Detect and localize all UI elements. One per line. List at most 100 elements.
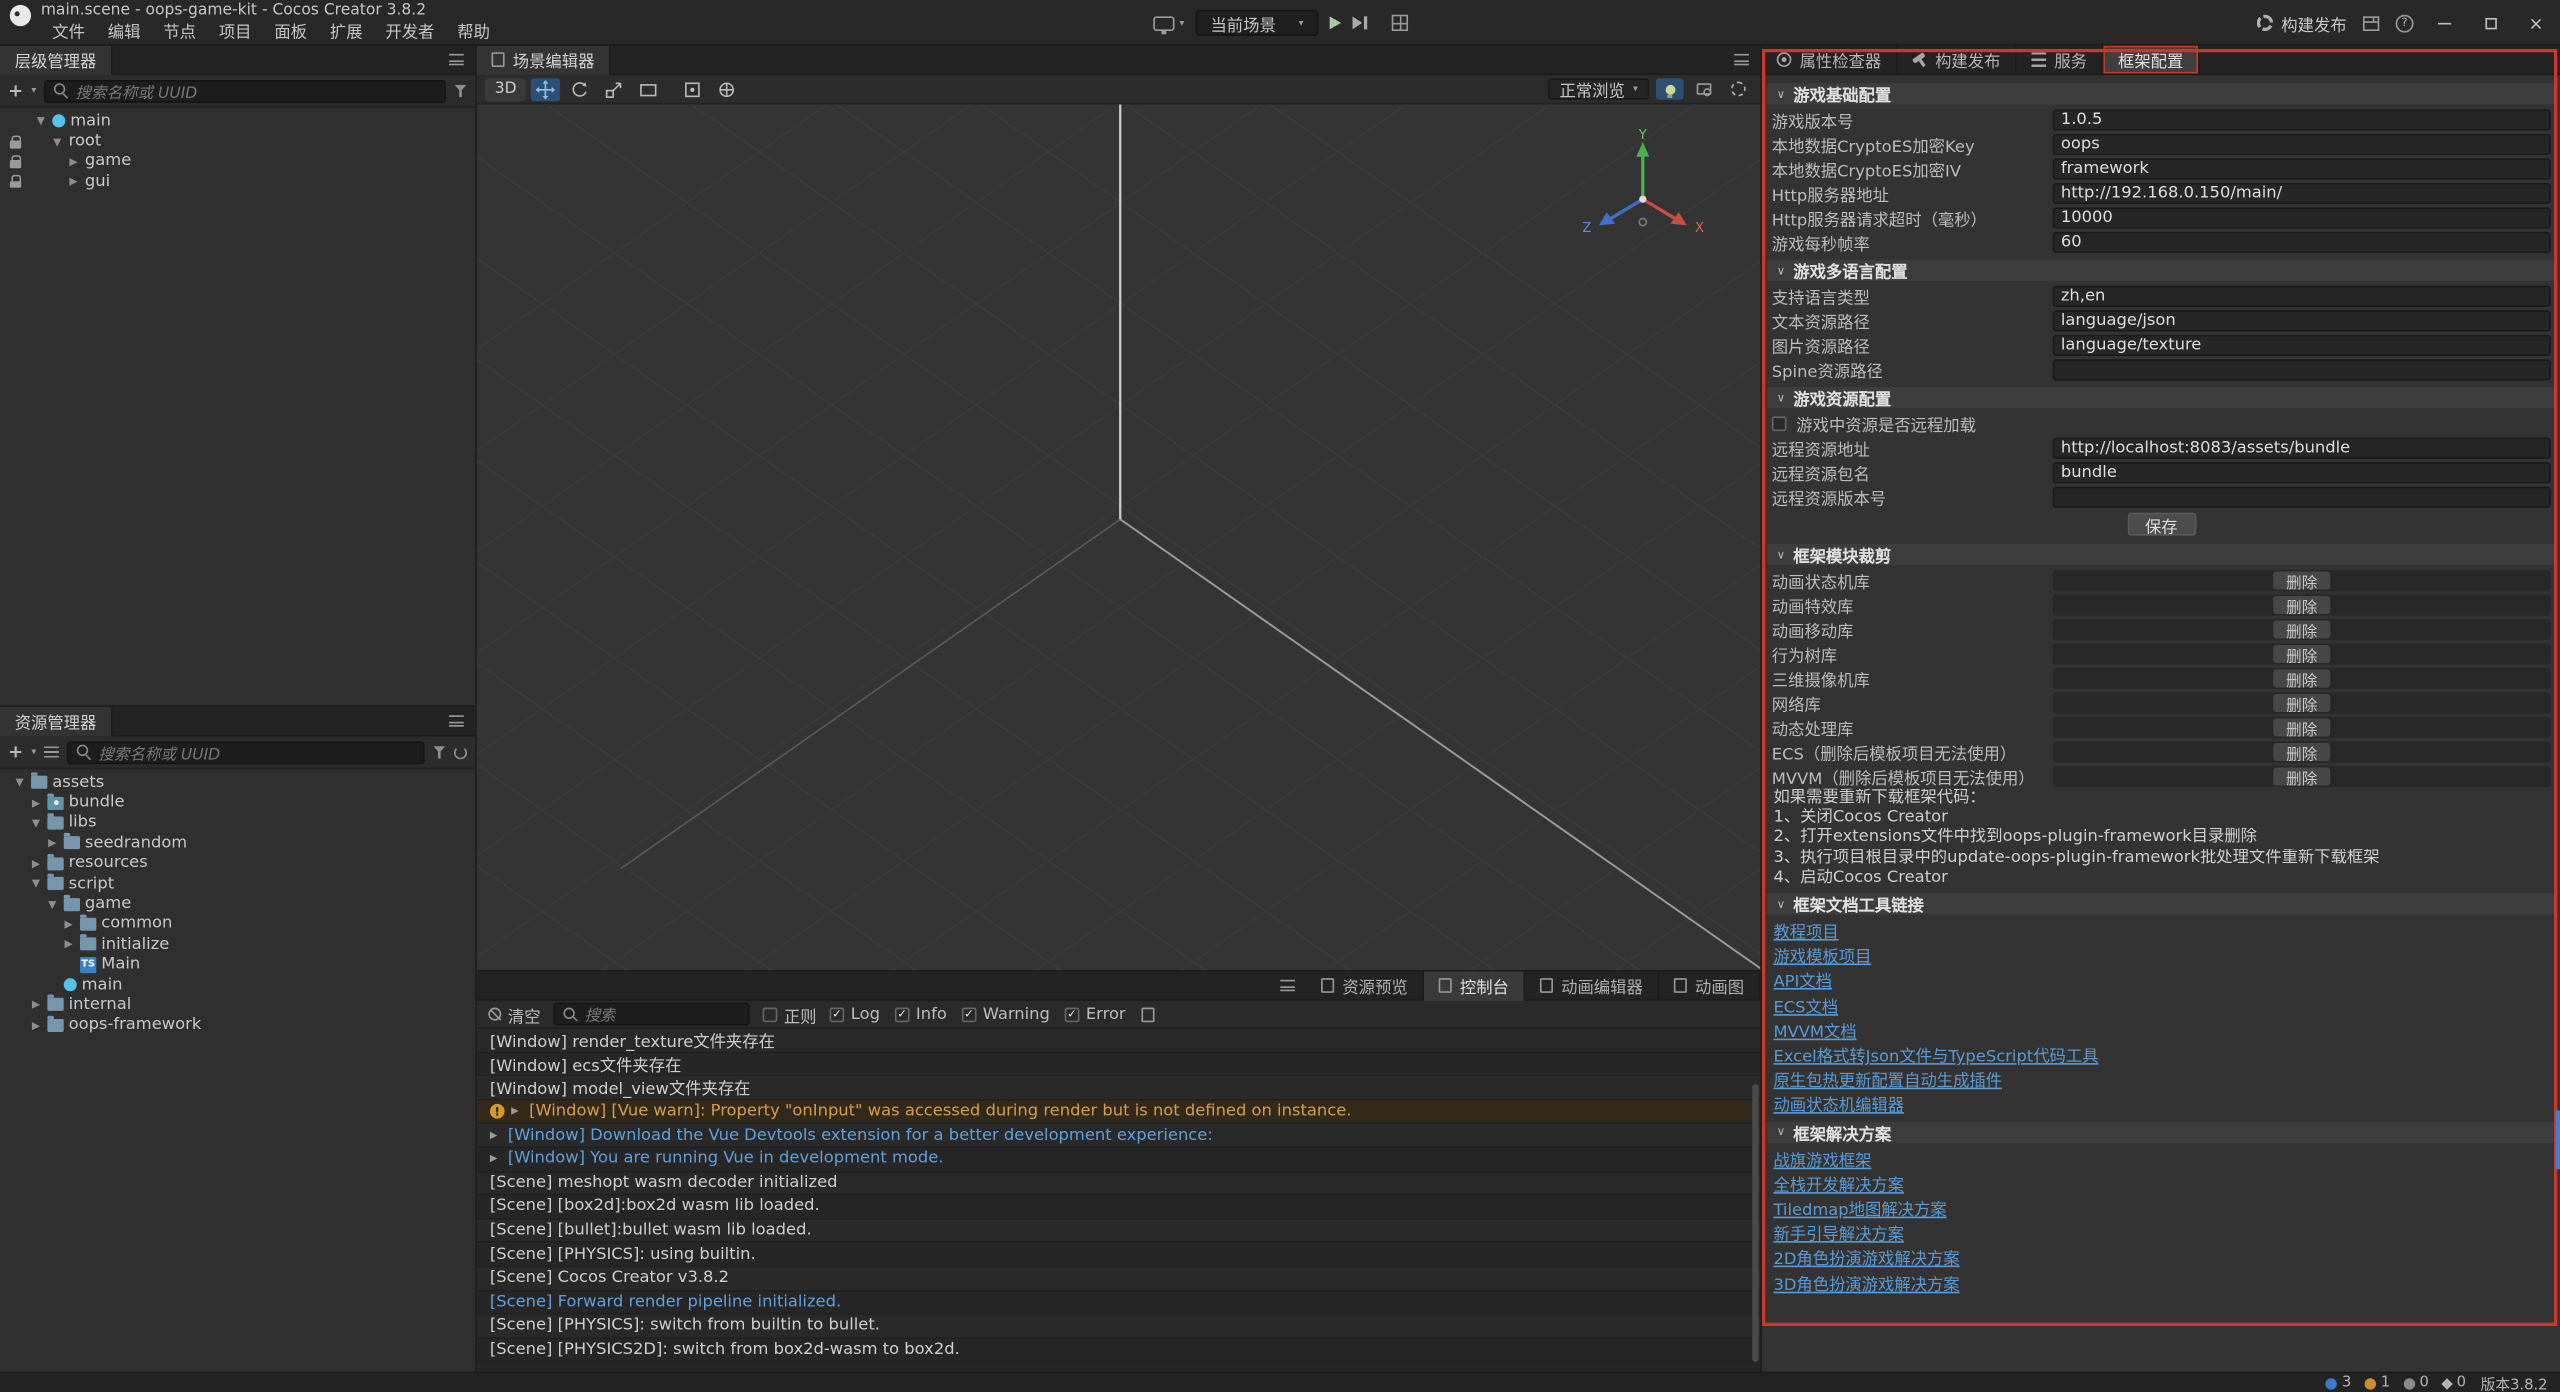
console-tab[interactable]: 资源预览 [1306,971,1424,1000]
solution-link[interactable]: 3D角色扮演游戏解决方案 [1773,1270,1959,1294]
expand-chevron-icon[interactable] [67,175,80,188]
panel-menu-icon[interactable] [1280,980,1295,991]
console-search-input[interactable]: 搜索 [554,1003,750,1026]
solution-link[interactable]: 全栈开发解决方案 [1773,1171,1904,1195]
collapse-chevron-icon[interactable] [1777,1125,1785,1138]
collapse-chevron-icon[interactable] [1777,391,1785,404]
console-filter-toggle[interactable]: Info [895,1005,947,1023]
solution-link[interactable]: 战旗游戏框架 [1773,1146,1871,1170]
expand-chevron-icon[interactable] [29,999,42,1012]
section-header-language[interactable]: 游戏多语言配置 [1767,260,2556,281]
delete-button[interactable]: 删除 [2273,743,2330,762]
scene-settings-button[interactable] [1724,78,1752,99]
asset-node-row[interactable]: initialize [0,934,475,954]
view-mode-dropdown[interactable]: 正常浏览 ▾ [1548,78,1649,99]
asset-node-row[interactable]: assets [0,772,475,792]
menu-item[interactable]: 编辑 [96,21,152,45]
camera-settings-button[interactable] [1690,78,1718,99]
pivot-tool-button[interactable] [678,78,707,101]
console-line[interactable]: [Window] render_texture文件夹存在 [477,1029,1761,1053]
maximize-button[interactable] [2476,0,2505,46]
asset-node-row[interactable]: Main [0,955,475,975]
help-icon[interactable] [2396,14,2414,32]
console-line[interactable]: [Window] Download the Vue Devtools exten… [477,1124,1761,1148]
doc-link[interactable]: Excel格式转Json文件与TypeScript代码工具 [1773,1042,2098,1066]
section-header-solutions[interactable]: 框架解决方案 [1767,1121,2556,1142]
delete-button[interactable]: 删除 [2273,694,2330,713]
console-line[interactable]: [Window] model_view文件夹存在 [477,1076,1761,1100]
close-button[interactable]: × [2521,0,2550,46]
menu-item[interactable]: 节点 [152,21,208,45]
asset-node-row[interactable]: bundle [0,793,475,813]
asset-node-row[interactable]: oops-framework [0,1015,475,1035]
checkbox-icon[interactable] [962,1007,977,1022]
menu-item[interactable]: 开发者 [374,21,446,45]
collapse-chevron-icon[interactable] [1777,897,1785,910]
scene-select-dropdown[interactable]: 当前场景 ▾ [1196,10,1319,36]
inspector-tab[interactable]: 服务 [2017,46,2104,74]
text-input[interactable]: language/json [2053,311,2551,331]
console-filter-toggle[interactable]: Warning [962,1005,1050,1023]
delete-button[interactable]: 删除 [2273,620,2330,639]
inspector-scrollbar-thumb[interactable] [2555,1110,2560,1169]
expand-chevron-icon[interactable] [34,115,47,128]
text-input[interactable]: 1.0.5 [2053,110,2551,130]
filter-icon[interactable] [433,745,446,758]
expand-chevron-icon[interactable] [29,1019,42,1032]
save-button[interactable]: 保存 [2127,513,2196,536]
step-button[interactable] [1353,16,1367,29]
package-icon[interactable] [2363,16,2379,31]
delete-button[interactable]: 删除 [2273,596,2330,615]
expand-chevron-icon[interactable] [29,857,42,870]
menu-item[interactable]: 扩展 [318,21,374,45]
create-asset-button[interactable]: + [8,743,23,761]
console-tab[interactable]: 控制台 [1424,971,1525,1000]
sort-icon[interactable] [44,745,59,758]
section-header-modules[interactable]: 框架模块裁剪 [1767,544,2556,565]
solution-link[interactable]: 新手引导解决方案 [1773,1220,1904,1244]
console-tab[interactable]: 动画图 [1659,971,1760,1000]
asset-node-row[interactable]: seedrandom [0,833,475,853]
lighting-toggle-button[interactable] [1656,78,1684,99]
create-node-button[interactable]: + [8,82,23,100]
expand-chevron-icon[interactable] [62,938,75,951]
text-input[interactable]: zh,en [2053,286,2551,306]
panel-menu-icon[interactable] [449,715,464,726]
regex-toggle[interactable]: 正则 [763,1002,817,1026]
preview-target-button[interactable]: ▾ [1153,16,1184,31]
text-input[interactable]: http://192.168.0.150/main/ [2053,183,2551,203]
hierarchy-node-row[interactable]: game [0,152,475,172]
filter-icon[interactable] [454,84,467,97]
console-line[interactable]: [Scene] [bullet]:bullet wasm lib loaded. [477,1219,1761,1243]
expand-chevron-icon[interactable] [13,776,26,789]
build-task-count[interactable]: 0 [2444,1375,2466,1391]
scene-viewport[interactable]: Y X Z [477,105,1761,970]
layout-icon[interactable] [1391,15,1407,31]
menu-item[interactable]: 文件 [41,21,97,45]
delete-button[interactable]: 删除 [2273,645,2330,664]
checkbox-icon[interactable] [830,1007,845,1022]
console-line[interactable]: [Window] ecs文件夹存在 [477,1053,1761,1077]
menu-item[interactable]: 项目 [207,21,263,45]
solution-link[interactable]: Tiledmap地图解决方案 [1773,1195,1946,1219]
panel-menu-icon[interactable] [449,54,464,65]
mode-3d-button[interactable]: 3D [485,78,526,101]
remote-load-checkbox[interactable] [1772,416,1787,431]
move-tool-button[interactable] [531,78,560,101]
doc-link[interactable]: API文档 [1773,968,1832,992]
expand-chevron-icon[interactable] [46,897,59,910]
minimize-button[interactable] [2430,0,2459,46]
delete-button[interactable]: 删除 [2273,669,2330,688]
text-input[interactable]: oops [2053,134,2551,154]
console-line[interactable]: [Scene] Cocos Creator v3.8.2 [477,1267,1761,1291]
console-line[interactable]: [Window] [Vue warn]: Property "onInput" … [477,1100,1761,1124]
expand-chevron-icon[interactable] [29,877,42,890]
hierarchy-node-row[interactable]: main [0,111,475,131]
expand-chevron-icon[interactable] [51,135,64,148]
doc-link[interactable]: 原生包热更新配置自动生成插件 [1773,1067,2002,1091]
text-input[interactable]: bundle [2053,463,2551,483]
delete-button[interactable]: 删除 [2273,767,2330,786]
asset-node-row[interactable]: common [0,914,475,934]
menu-item[interactable]: 面板 [263,21,319,45]
text-input[interactable]: 60 [2053,232,2551,252]
